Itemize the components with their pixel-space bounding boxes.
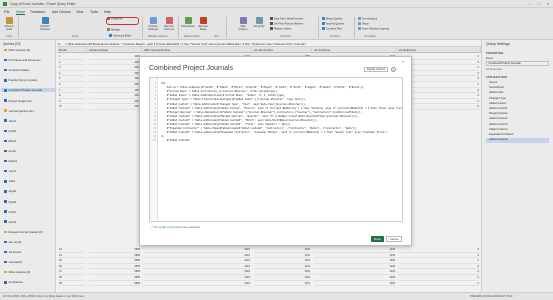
code-line[interactable]: #"Expanded Contractor" = Table.ExpandTab… <box>161 127 358 130</box>
code-line[interactable]: #"Added Custom4" = Table.AddColumn(#"Add… <box>161 123 292 126</box>
line-number: 14 <box>153 135 156 139</box>
line-number: 15 <box>153 139 156 143</box>
line-number: 11 <box>153 123 156 126</box>
code-line[interactable]: #"Added Custom1" = Table.AddColumn(#"Add… <box>161 107 402 110</box>
display-options-dropdown[interactable]: Display Options <box>364 67 388 72</box>
line-number: 5 <box>154 98 156 102</box>
line-number: 7 <box>154 106 156 110</box>
line-number: 9 <box>154 114 156 118</box>
line-number: 8 <box>154 110 156 114</box>
code-line[interactable]: #"Changed Type" = Table.TransformColumnT… <box>161 98 306 101</box>
code-line[interactable]: #"Merged Queries" = Table.NestedJoin(#"A… <box>161 111 362 114</box>
code-line[interactable]: #"Added Custom5" <box>161 139 191 142</box>
line-number: 6 <box>154 102 156 106</box>
line-number: 12 <box>153 127 156 131</box>
code-line[interactable]: in <box>161 135 164 138</box>
syntax-status-text: No syntax errors have been detected. <box>154 225 201 229</box>
code-line[interactable]: let <box>161 82 165 85</box>
line-number: 10 <box>153 118 156 122</box>
code-editor[interactable]: 1 2 3 4 5 6 7 8 9 10 11 12 13 14 15 let Source = Table… <box>149 77 403 222</box>
code-line[interactable]: #"Added Custom2" = Table.AddColumn(#"Mer… <box>161 115 359 118</box>
code-line[interactable]: #"Added Custom3" = Table.AddColumn(#"Add… <box>161 119 318 122</box>
line-number-gutter: 1 2 3 4 5 6 7 8 9 10 11 12 13 14 15 <box>150 78 158 221</box>
code-line[interactable]: #"Added Custom" = Table.AddColumn(#"Chan… <box>161 103 306 106</box>
line-number: 2 <box>154 86 156 90</box>
dialog-close-icon[interactable]: × <box>402 59 404 64</box>
dialog-title: Combined Project Journals <box>149 65 234 72</box>
help-icon[interactable]: ? <box>391 67 396 72</box>
code-line[interactable]: #"Sorted Rows" = Table.Sort(Source,{{"Jo… <box>161 90 279 93</box>
line-number: 3 <box>154 90 156 94</box>
done-button[interactable]: Done <box>371 236 384 242</box>
line-number: 13 <box>153 131 156 135</box>
line-number: 1 <box>154 82 156 85</box>
line-number: 4 <box>154 94 156 98</box>
code-line[interactable]: #"Added Custom5" = Table.AddColumn(#"Exp… <box>161 131 387 134</box>
syntax-status: ✓ No syntax errors have been detected. <box>151 225 201 229</box>
code-line[interactable]: #"Added Index" = Table.AddIndexColumn(#"… <box>161 94 286 97</box>
code-line[interactable]: Source = Table.Combine({#"Jan21", #"Feb2… <box>161 86 365 89</box>
cancel-button[interactable]: Cancel <box>386 236 402 242</box>
advanced-editor-dialog: × Combined Project Journals Display Opti… <box>139 56 412 246</box>
